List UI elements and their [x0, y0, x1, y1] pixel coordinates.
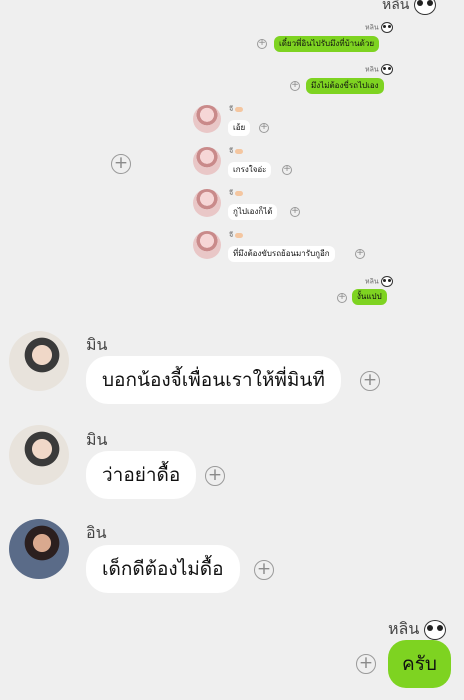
add-reaction-button[interactable]: +	[356, 654, 376, 674]
avatar-ji[interactable]	[193, 105, 221, 133]
panda-icon	[380, 64, 393, 75]
sticker-icon	[235, 190, 244, 196]
add-reaction-button[interactable]: +	[257, 39, 267, 49]
message-bubble-ji[interactable]: กูไปเองก็ได้	[228, 204, 278, 220]
sender-name-me: หลิน	[365, 276, 393, 288]
sender-name-me: หลิน	[365, 22, 393, 34]
sender-name-me: หลิน	[388, 617, 447, 642]
add-reaction-button[interactable]: +	[355, 249, 365, 259]
message-bubble-in[interactable]: เด็กดีต้องไม่ดื้อ	[86, 545, 240, 593]
panda-icon	[380, 276, 393, 287]
sender-name-min: มิน	[86, 430, 108, 449]
panda-icon	[380, 22, 393, 33]
avatar-ji[interactable]	[193, 189, 221, 217]
message-bubble-me[interactable]: ครับ	[388, 640, 451, 688]
sender-name-text: จี	[229, 147, 234, 155]
sender-name-ji: จี	[229, 104, 244, 115]
panda-icon	[413, 0, 436, 15]
sender-name-min: มิน	[86, 335, 108, 354]
sender-name-me: หลิน	[365, 64, 393, 76]
message-bubble-ji[interactable]: ที่มึงต้องขับรถย้อนมารับกูอีก	[228, 246, 335, 262]
sender-name-text: หลิน	[388, 619, 420, 638]
sticker-icon	[235, 148, 244, 154]
message-bubble-me[interactable]: มึงไม่ต้องขี่รถไปเอง	[306, 78, 384, 94]
sender-name-text: หลิน	[365, 65, 379, 74]
message-bubble-ji[interactable]: เอ้ย	[228, 120, 251, 136]
add-reaction-button[interactable]: +	[337, 293, 347, 303]
add-reaction-button[interactable]: +	[290, 207, 300, 217]
top-sender-name-text: หลิน	[382, 0, 410, 13]
add-reaction-button[interactable]: +	[205, 466, 225, 486]
sender-name-text: หลิน	[365, 23, 379, 32]
message-bubble-min[interactable]: ว่าอย่าดื้อ	[86, 451, 197, 499]
message-bubble-me[interactable]: งั้นแปป	[352, 289, 387, 305]
sender-name-text: หลิน	[365, 277, 379, 286]
top-sender-name: หลิน	[382, 0, 436, 16]
avatar-ji[interactable]	[193, 231, 221, 259]
sender-name-text: จี	[229, 105, 234, 113]
sender-name-ji: จี	[229, 188, 244, 199]
message-bubble-ji[interactable]: เกรงใจอ่ะ	[228, 162, 272, 178]
sender-name-text: จี	[229, 189, 234, 197]
panda-icon	[424, 619, 447, 640]
add-reaction-button[interactable]: +	[282, 165, 292, 175]
sender-name-text: จี	[229, 231, 234, 239]
add-reaction-button[interactable]: +	[360, 371, 380, 391]
avatar-min[interactable]	[9, 425, 69, 485]
message-bubble-min[interactable]: บอกน้องจี้เพื่อนเราให้พี่มินที	[86, 356, 341, 404]
avatar-in[interactable]	[9, 519, 69, 579]
sticker-icon	[235, 106, 244, 112]
sender-name-ji: จี	[229, 146, 244, 157]
add-button[interactable]: +	[111, 154, 131, 174]
sender-name-ji: จี	[229, 230, 244, 241]
add-reaction-button[interactable]: +	[259, 123, 269, 133]
avatar-min[interactable]	[9, 331, 69, 391]
add-reaction-button[interactable]: +	[290, 81, 300, 91]
add-reaction-button[interactable]: +	[254, 560, 274, 580]
sticker-icon	[235, 232, 244, 238]
message-bubble-me[interactable]: เดี๋ยวพี่อินไปรับมึงที่บ้านด้วย	[274, 36, 379, 52]
sender-name-in: อิน	[86, 523, 107, 542]
avatar-ji[interactable]	[193, 147, 221, 175]
